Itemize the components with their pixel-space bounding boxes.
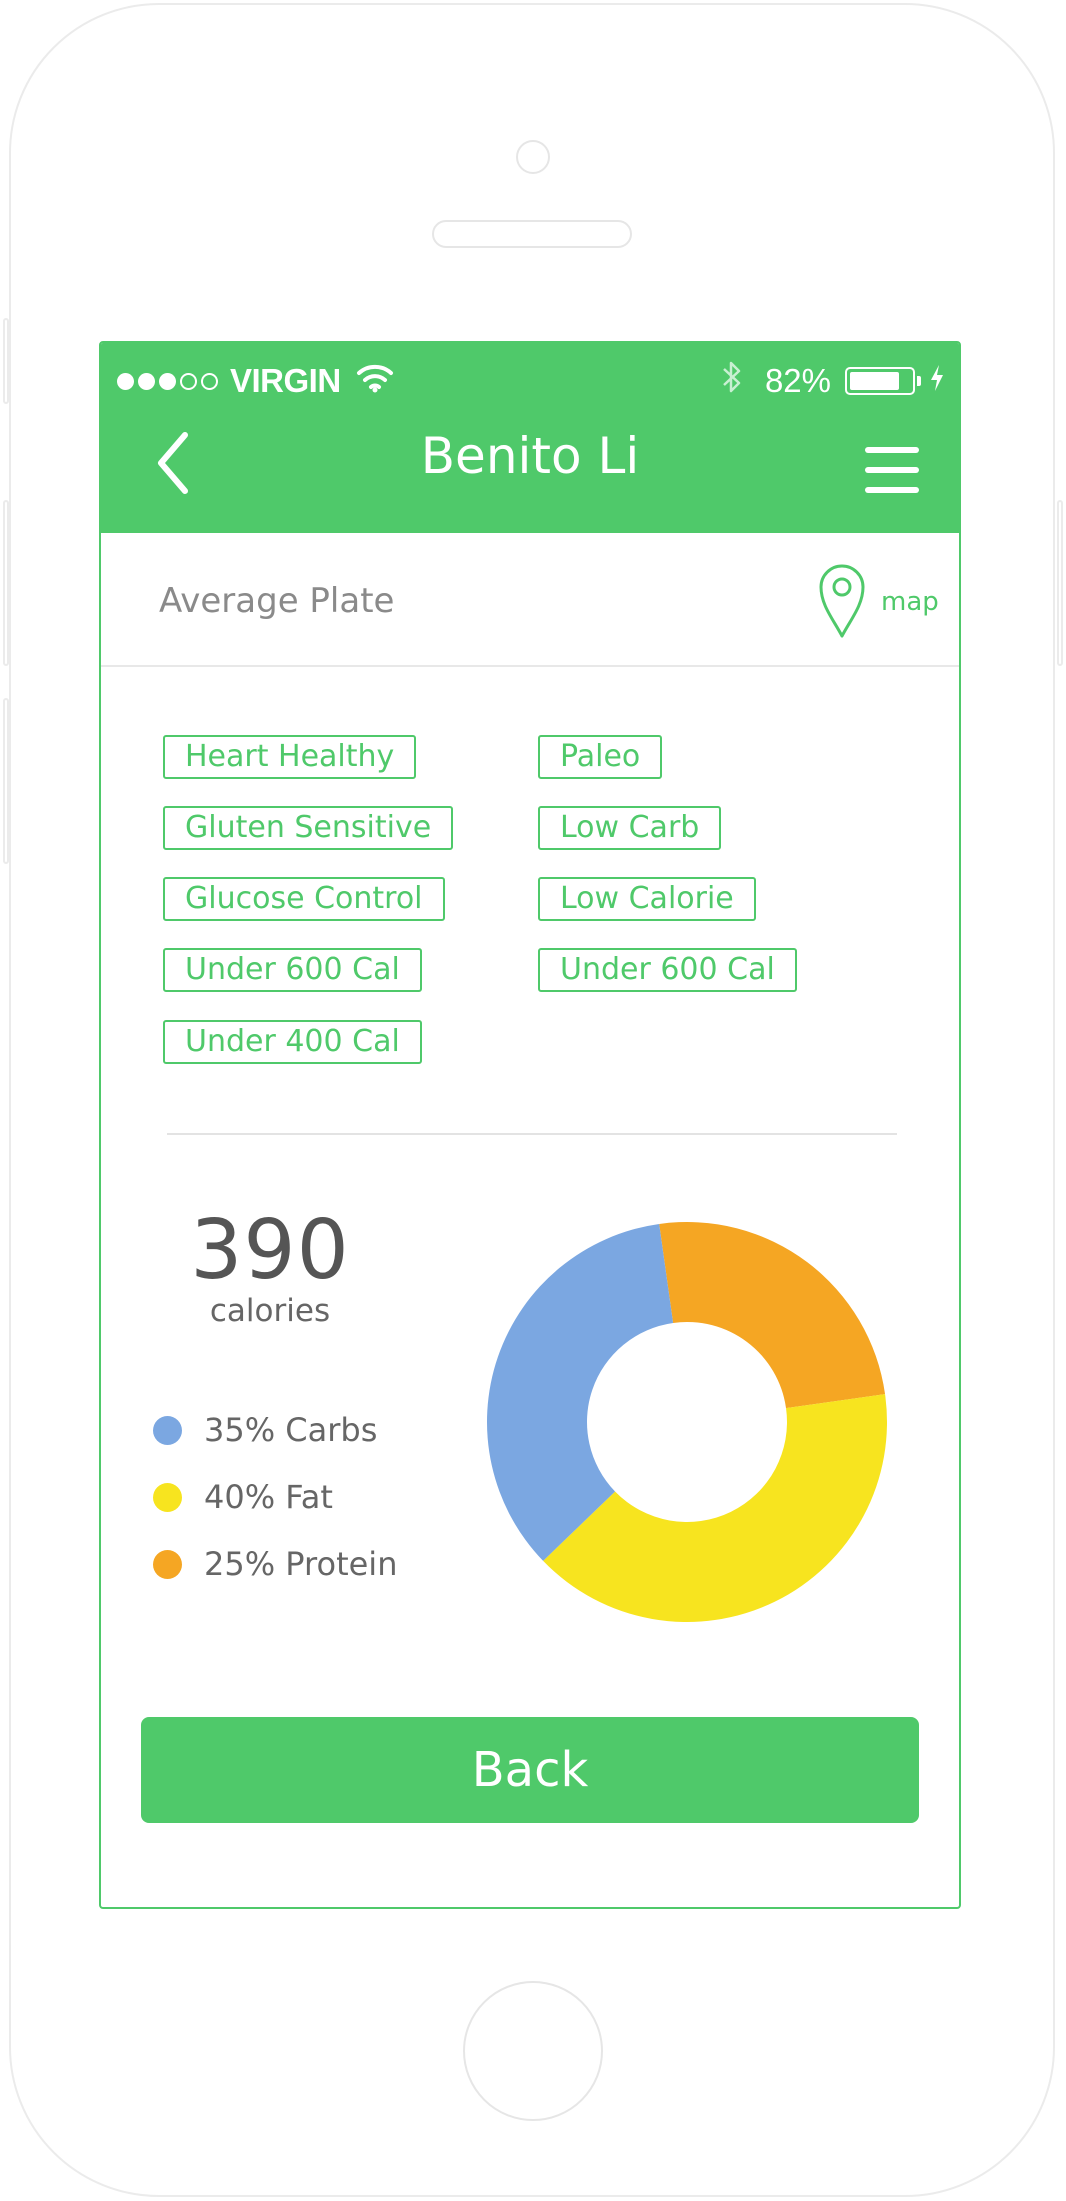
calorie-label: calories xyxy=(209,1293,331,1329)
legend-label-carbs: 35% Carbs xyxy=(204,1411,378,1449)
status-bar-left: VIRGIN xyxy=(117,359,395,403)
legend-dot-carbs xyxy=(153,1415,182,1445)
tag-under-600-cal-left[interactable]: Under 600 Cal xyxy=(163,948,422,992)
signal-strength-icon xyxy=(117,372,222,390)
tag-gluten-sensitive[interactable]: Gluten Sensitive xyxy=(163,806,454,850)
legend-item-protein: 25% Protein xyxy=(153,1545,397,1583)
power-button xyxy=(1057,500,1063,666)
front-camera xyxy=(516,140,550,174)
header-bar: VIRGIN 82% Benito Li xyxy=(101,343,959,533)
legend-label-protein: 25% Protein xyxy=(204,1545,398,1583)
donut-slice-carbs xyxy=(487,1223,674,1561)
donut-slice-protein xyxy=(659,1222,886,1409)
signal-dot xyxy=(138,372,155,390)
signal-dot xyxy=(180,372,197,390)
section-title: Average Plate xyxy=(159,581,395,621)
section-header: Average Plate map xyxy=(101,533,959,667)
signal-dot xyxy=(201,372,218,390)
section-divider xyxy=(167,1133,897,1135)
battery-level-fill xyxy=(850,372,899,390)
legend-item-carbs: 35% Carbs xyxy=(153,1411,377,1449)
volume-down-button xyxy=(3,698,9,864)
legend-dot-protein xyxy=(153,1549,182,1579)
tag-under-600-cal-right[interactable]: Under 600 Cal xyxy=(538,948,797,992)
map-link[interactable]: map xyxy=(817,561,939,643)
signal-dot xyxy=(117,372,134,390)
app-screen: VIRGIN 82% Benito Li Average Plate map H… xyxy=(99,341,961,1909)
tag-under-400-cal[interactable]: Under 400 Cal xyxy=(163,1020,422,1064)
signal-dot xyxy=(159,372,176,390)
mute-switch xyxy=(3,318,9,404)
legend-dot-fat xyxy=(153,1482,182,1512)
legend-item-fat: 40% Fat xyxy=(153,1478,333,1516)
legend-label-fat: 40% Fat xyxy=(204,1478,333,1516)
battery-percent: 82% xyxy=(764,362,831,399)
map-pin-icon xyxy=(817,561,867,643)
tag-low-carb[interactable]: Low Carb xyxy=(538,806,722,850)
tag-heart-healthy[interactable]: Heart Healthy xyxy=(163,735,417,779)
app-root: VIRGIN 82% Benito Li Average Plate map H… xyxy=(0,0,1066,2201)
macro-donut-chart xyxy=(487,1222,887,1622)
charging-bolt-icon xyxy=(929,362,945,400)
status-bar-right: 82% xyxy=(721,359,945,403)
back-button[interactable]: Back xyxy=(141,1717,919,1823)
battery-tip xyxy=(917,376,921,386)
map-label: map xyxy=(881,587,939,617)
earpiece-speaker xyxy=(432,220,632,248)
calorie-count: 390 xyxy=(190,1203,350,1298)
battery-icon xyxy=(845,367,915,395)
tag-glucose-control[interactable]: Glucose Control xyxy=(163,877,445,921)
bluetooth-icon xyxy=(721,359,743,403)
wifi-icon xyxy=(355,361,395,401)
home-button[interactable] xyxy=(463,1981,603,2121)
tag-paleo[interactable]: Paleo xyxy=(538,735,663,779)
volume-up-button xyxy=(3,500,9,666)
tag-low-calorie[interactable]: Low Calorie xyxy=(538,877,756,921)
carrier-name: VIRGIN xyxy=(230,362,341,399)
hamburger-menu-icon[interactable] xyxy=(865,447,919,493)
page-title: Benito Li xyxy=(420,427,640,485)
